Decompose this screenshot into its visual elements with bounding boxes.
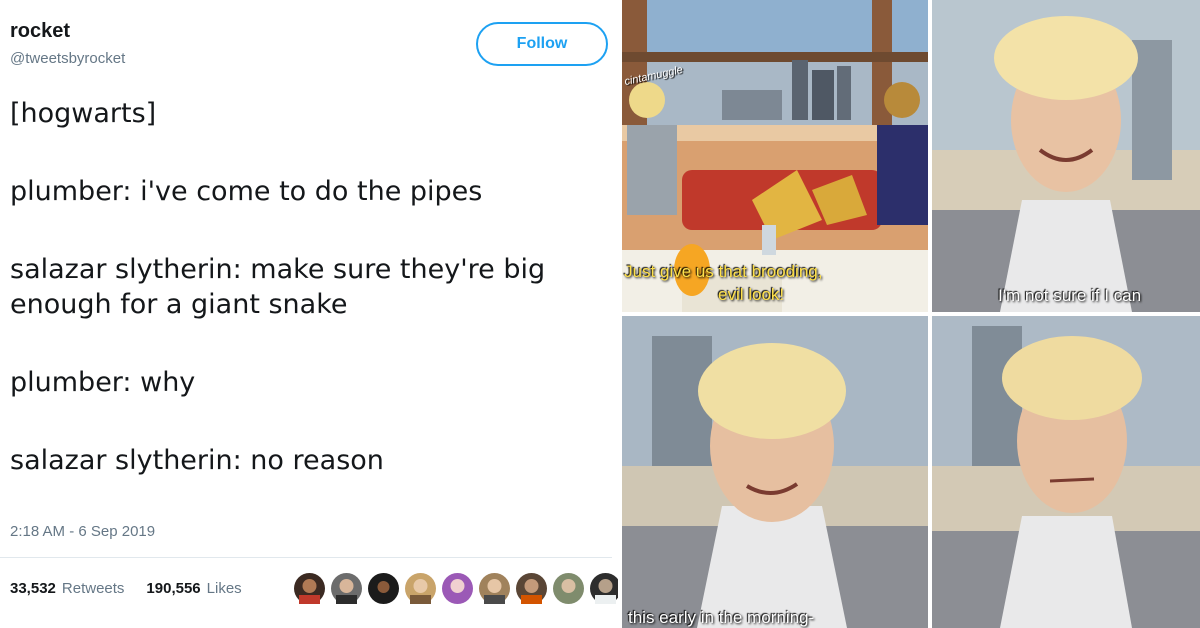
caption-line: Just give us that brooding, xyxy=(624,262,823,281)
retweets-count[interactable]: 33,532 xyxy=(10,580,56,597)
liker-avatars xyxy=(294,573,618,604)
caption-line: I'm not sure if I can xyxy=(998,286,1142,305)
closeup-image xyxy=(932,316,1200,628)
caption-line: this early in the morning- xyxy=(628,608,815,627)
avatar[interactable] xyxy=(442,573,473,604)
tweet-line: plumber: i've come to do the pipes xyxy=(10,176,483,207)
tweet-line: salazar slytherin: make sure they're big… xyxy=(10,254,546,320)
engagement-stats: 33,532 Retweets 190,556 Likes xyxy=(10,580,242,597)
meme-panel-closeup-1: I'm not sure if I can xyxy=(932,0,1200,312)
avatar[interactable] xyxy=(294,573,325,604)
avatar[interactable] xyxy=(368,573,399,604)
meme-panel-closeup-2: this early in the morning- xyxy=(622,316,928,628)
tweet-text: [hogwarts] plumber: i've come to do the … xyxy=(10,96,616,478)
likes-label[interactable]: Likes xyxy=(207,580,242,597)
tweet-line: [hogwarts] xyxy=(10,98,157,129)
meme-panel-closeup-3 xyxy=(932,316,1200,628)
avatar[interactable] xyxy=(405,573,436,604)
closeup-image xyxy=(622,316,928,628)
divider xyxy=(0,557,612,558)
tweet-line: salazar slytherin: no reason xyxy=(10,445,384,476)
follow-button[interactable]: Follow xyxy=(476,22,608,66)
likes-count[interactable]: 190,556 xyxy=(146,580,200,597)
retweets-label[interactable]: Retweets xyxy=(62,580,125,597)
tweet-line: plumber: why xyxy=(10,367,196,398)
avatar[interactable] xyxy=(516,573,547,604)
meme-image-grid[interactable]: cintamuggle Just give us that brooding, … xyxy=(622,0,1200,628)
avatar[interactable] xyxy=(590,573,618,604)
avatar[interactable] xyxy=(553,573,584,604)
display-name[interactable]: rocket xyxy=(10,20,70,43)
tweet-timestamp[interactable]: 2:18 AM - 6 Sep 2019 xyxy=(10,523,155,540)
caption-line: evil look! xyxy=(718,285,785,304)
meme-panel-studio: cintamuggle Just give us that brooding, … xyxy=(622,0,928,312)
user-handle[interactable]: @tweetsbyrocket xyxy=(10,50,125,67)
closeup-image xyxy=(932,0,1200,312)
avatar[interactable] xyxy=(331,573,362,604)
tweet-card: rocket @tweetsbyrocket Follow [hogwarts]… xyxy=(0,0,618,628)
avatar[interactable] xyxy=(479,573,510,604)
